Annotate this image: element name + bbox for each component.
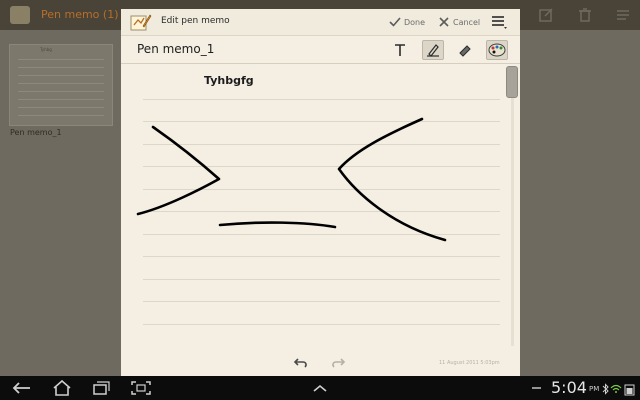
clock-ampm: PM <box>589 385 600 393</box>
undo-icon[interactable] <box>293 355 309 369</box>
underline-stroke <box>218 221 337 229</box>
screenshot-icon[interactable] <box>129 379 153 397</box>
palette-icon[interactable] <box>486 40 508 60</box>
memo-toolbar: Pen memo_1 <box>121 37 520 64</box>
text-icon[interactable] <box>389 40 411 60</box>
drawing-canvas[interactable]: Tyhbgfg <box>121 65 520 345</box>
right-chevron-stroke <box>337 117 447 242</box>
overflow-menu-icon[interactable] <box>614 6 632 24</box>
thumbnail-title: Tyhbg <box>40 47 52 52</box>
edit-pen-memo-dialog: Edit pen memo Done Cancel Pen memo_1 Tyh… <box>121 9 520 376</box>
checkmark-icon <box>389 16 401 29</box>
pen-memo-icon <box>130 13 152 32</box>
ink-strokes <box>136 117 447 242</box>
dialog-title: Edit pen memo <box>161 16 230 26</box>
close-icon <box>439 16 449 29</box>
cancel-label: Cancel <box>453 18 481 27</box>
scrollbar-track[interactable] <box>511 66 514 346</box>
done-button[interactable]: Done <box>389 15 425 30</box>
eraser-icon[interactable] <box>454 40 476 60</box>
home-icon[interactable] <box>50 379 74 397</box>
back-icon[interactable] <box>10 379 34 397</box>
battery-icon <box>624 384 635 396</box>
pen-icon[interactable] <box>422 40 444 60</box>
clock: 5:04 <box>551 378 587 397</box>
dialog-menu-icon[interactable] <box>489 13 509 31</box>
minus-icon <box>524 379 548 397</box>
thumbnail-caption: Pen memo_1 <box>10 128 62 137</box>
delete-icon[interactable] <box>576 6 594 24</box>
system-bar: 5:04 PM <box>0 376 640 400</box>
cancel-button[interactable]: Cancel <box>439 15 480 30</box>
background-app-title: Pen memo (1) <box>41 8 119 21</box>
new-memo-icon[interactable] <box>537 6 555 24</box>
dialog-title-bar: Edit pen memo Done Cancel <box>121 9 520 36</box>
redo-icon[interactable] <box>330 355 346 369</box>
chevron-up-icon[interactable] <box>308 379 332 397</box>
memo-title[interactable]: Pen memo_1 <box>137 42 214 56</box>
wifi-icon <box>610 384 622 393</box>
bluetooth-icon <box>602 383 609 395</box>
done-label: Done <box>404 18 426 27</box>
recent-apps-icon[interactable] <box>88 379 112 397</box>
left-chevron-stroke <box>136 125 221 216</box>
timestamp: 11 August 2011 5:03pm <box>439 360 500 366</box>
memo-thumbnail[interactable]: Tyhbg <box>9 44 113 126</box>
scrollbar-thumb[interactable] <box>506 66 518 98</box>
status-icons <box>600 381 636 396</box>
pen-memo-app-icon <box>10 6 30 24</box>
